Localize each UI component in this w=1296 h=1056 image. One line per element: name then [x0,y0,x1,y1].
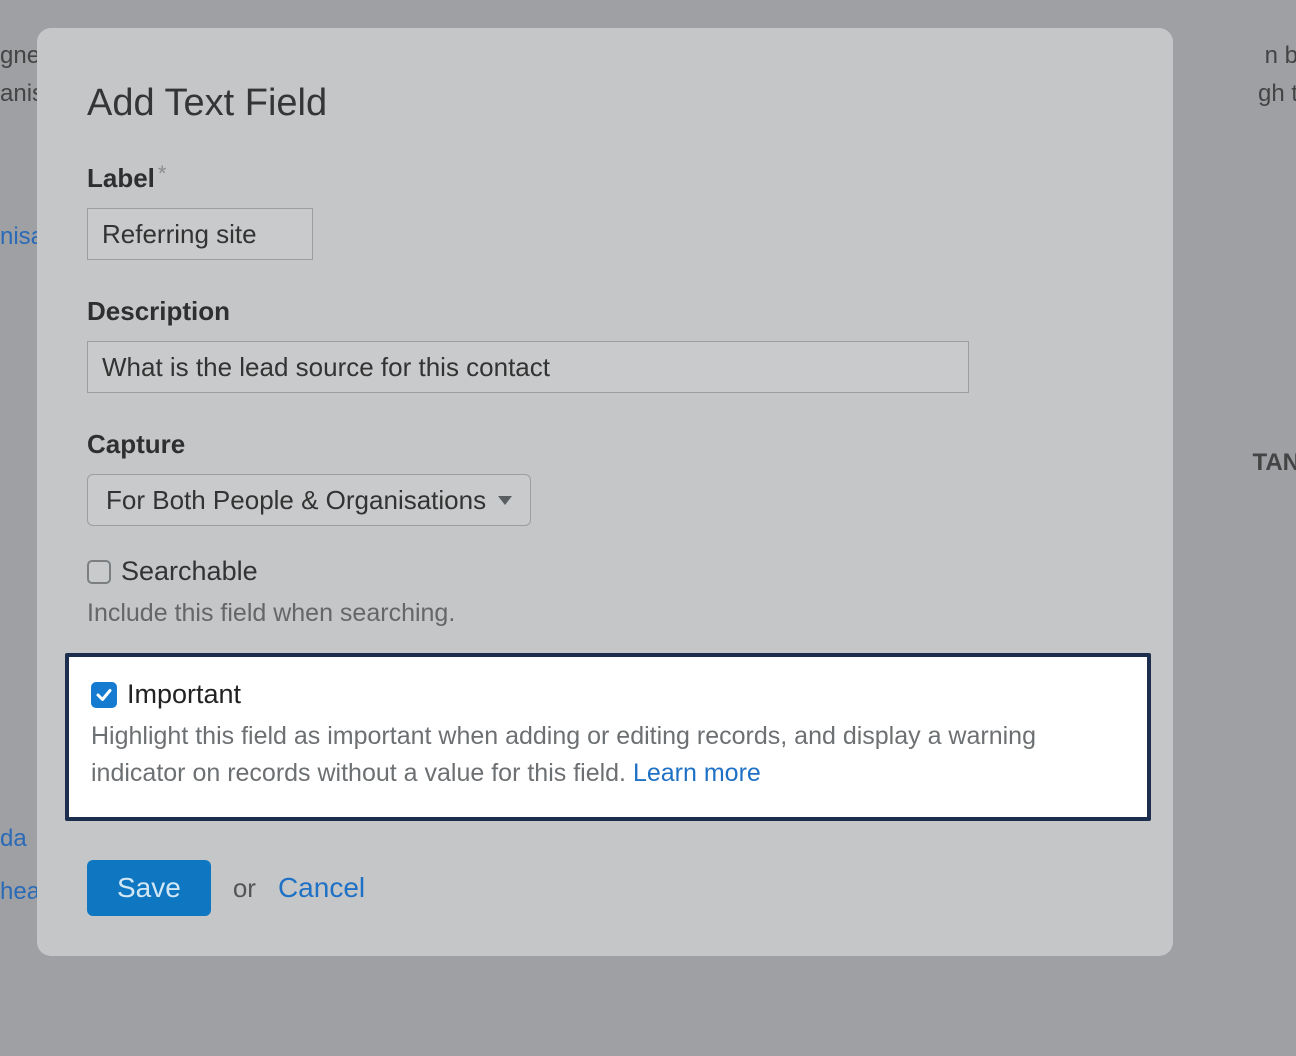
description-input[interactable]: What is the lead source for this contact [87,341,969,393]
important-row: Important [91,679,1125,710]
save-button[interactable]: Save [87,860,211,916]
capture-select-value: For Both People & Organisations [106,485,486,516]
important-helper-text: Highlight this field as important when a… [91,722,1036,786]
capture-select[interactable]: For Both People & Organisations [87,474,531,526]
important-helper: Highlight this field as important when a… [91,718,1125,791]
learn-more-link[interactable]: Learn more [633,759,761,787]
label-text: Label [87,163,155,194]
bg-text: gh t [1258,80,1296,108]
check-icon [95,686,113,704]
important-section: Important Highlight this field as import… [65,653,1151,821]
searchable-helper: Include this field when searching. [87,595,1123,631]
bg-text: TAN [1252,449,1296,477]
bg-text: n b [1265,42,1296,70]
searchable-row: Searchable [87,556,1123,587]
important-label: Important [127,679,241,710]
searchable-label: Searchable [121,556,258,587]
modal-footer: Save or Cancel [87,860,365,916]
required-indicator: * [158,161,167,187]
add-text-field-modal: Add Text Field Label * Referring site De… [37,28,1173,956]
description-input-value: What is the lead source for this contact [102,352,550,383]
cancel-link[interactable]: Cancel [278,872,365,904]
label-input-value: Referring site [102,219,257,250]
or-text: or [233,873,256,904]
bg-text: da [0,825,27,853]
searchable-checkbox[interactable] [87,560,111,584]
chevron-down-icon [498,496,512,505]
important-checkbox[interactable] [91,682,117,708]
bg-text: hea [0,878,40,906]
modal-title: Add Text Field [87,82,1123,125]
description-field-label: Description [87,296,1123,327]
capture-field-label: Capture [87,429,1123,460]
label-field-label: Label * [87,163,1123,194]
label-input[interactable]: Referring site [87,208,313,260]
bg-text: gne [0,42,40,70]
